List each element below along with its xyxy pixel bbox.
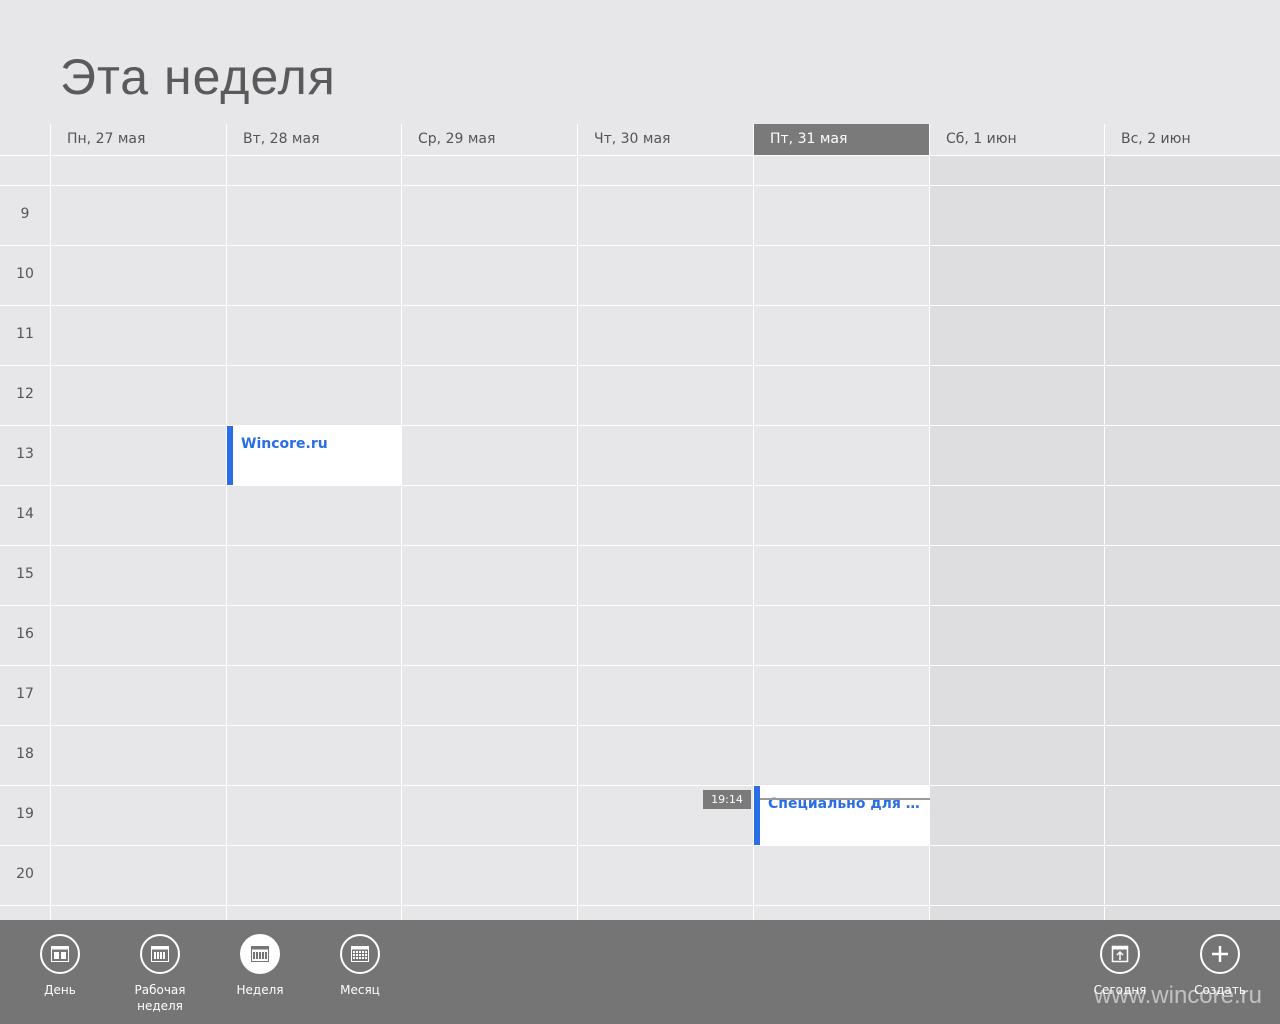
- day-header-mon[interactable]: Пн, 27 мая: [51, 124, 226, 155]
- grid-hline: [0, 155, 1280, 156]
- day-header-sun[interactable]: Вс, 2 июн: [1105, 124, 1280, 155]
- grid-hline: [0, 305, 1280, 306]
- day-header-sat[interactable]: Сб, 1 июн: [930, 124, 1105, 155]
- hour-label: 19: [16, 806, 34, 822]
- grid-hline: [0, 245, 1280, 246]
- grid-hline: [0, 785, 1280, 786]
- hour-label: 10: [16, 266, 34, 282]
- current-time-badge: 19:14: [703, 790, 751, 809]
- grid-hline: [0, 365, 1280, 366]
- today-icon: [1100, 934, 1140, 974]
- plus-icon: [1200, 934, 1240, 974]
- grid-hline: [0, 725, 1280, 726]
- workweek-view-label: Рабочая неделя: [134, 983, 186, 1013]
- grid-hline: [0, 905, 1280, 906]
- grid-hline: [0, 485, 1280, 486]
- day-header-tue[interactable]: Вт, 28 мая: [227, 124, 402, 155]
- hour-label: 17: [16, 686, 34, 702]
- day-header-fri-today[interactable]: Пт, 31 мая: [754, 124, 929, 155]
- hour-label: 18: [16, 746, 34, 762]
- grid-vline: [50, 124, 51, 920]
- app-bar: День Рабочая неделя Неделя Месяц Сегодня…: [0, 920, 1280, 1024]
- hour-label: 16: [16, 626, 34, 642]
- grid-vline: [1104, 124, 1105, 920]
- hour-label: 20: [16, 866, 34, 882]
- day-view-label: День: [44, 983, 76, 997]
- week-view-label: Неделя: [236, 983, 284, 997]
- grid-hline: [0, 545, 1280, 546]
- page-title: Эта неделя: [60, 49, 336, 105]
- grid-vline: [577, 124, 578, 920]
- calendar-event[interactable]: Специально для Wi...: [754, 786, 929, 845]
- grid-vline: [226, 124, 227, 920]
- week-view-icon: [240, 934, 280, 974]
- calendar-event[interactable]: Wincore.ru: [227, 426, 401, 485]
- day-header-thu[interactable]: Чт, 30 мая: [578, 124, 753, 155]
- hour-label: 9: [20, 206, 30, 222]
- workweek-view-icon: [140, 934, 180, 974]
- watermark: www.wincore.ru: [1093, 982, 1262, 1009]
- day-view-icon: [40, 934, 80, 974]
- month-view-icon: [340, 934, 380, 974]
- hour-label: 15: [16, 566, 34, 582]
- workweek-view-button[interactable]: Рабочая неделя: [115, 934, 205, 1014]
- hour-label: 13: [16, 446, 34, 462]
- day-header-wed[interactable]: Ср, 29 мая: [402, 124, 577, 155]
- grid-hline: [0, 185, 1280, 186]
- month-view-button[interactable]: Месяц: [315, 934, 405, 998]
- grid-hline: [0, 425, 1280, 426]
- grid-vline: [929, 124, 930, 920]
- grid-hline: [0, 845, 1280, 846]
- week-view-button[interactable]: Неделя: [215, 934, 305, 998]
- month-view-label: Месяц: [340, 983, 380, 997]
- day-view-button[interactable]: День: [15, 934, 105, 998]
- weekend-background: [930, 156, 1280, 920]
- grid-hline: [0, 665, 1280, 666]
- hour-label: 11: [16, 326, 34, 342]
- grid-hline: [0, 605, 1280, 606]
- current-time-line: [760, 798, 930, 800]
- hour-label: 14: [16, 506, 34, 522]
- hour-label: 12: [16, 386, 34, 402]
- grid-vline: [401, 124, 402, 920]
